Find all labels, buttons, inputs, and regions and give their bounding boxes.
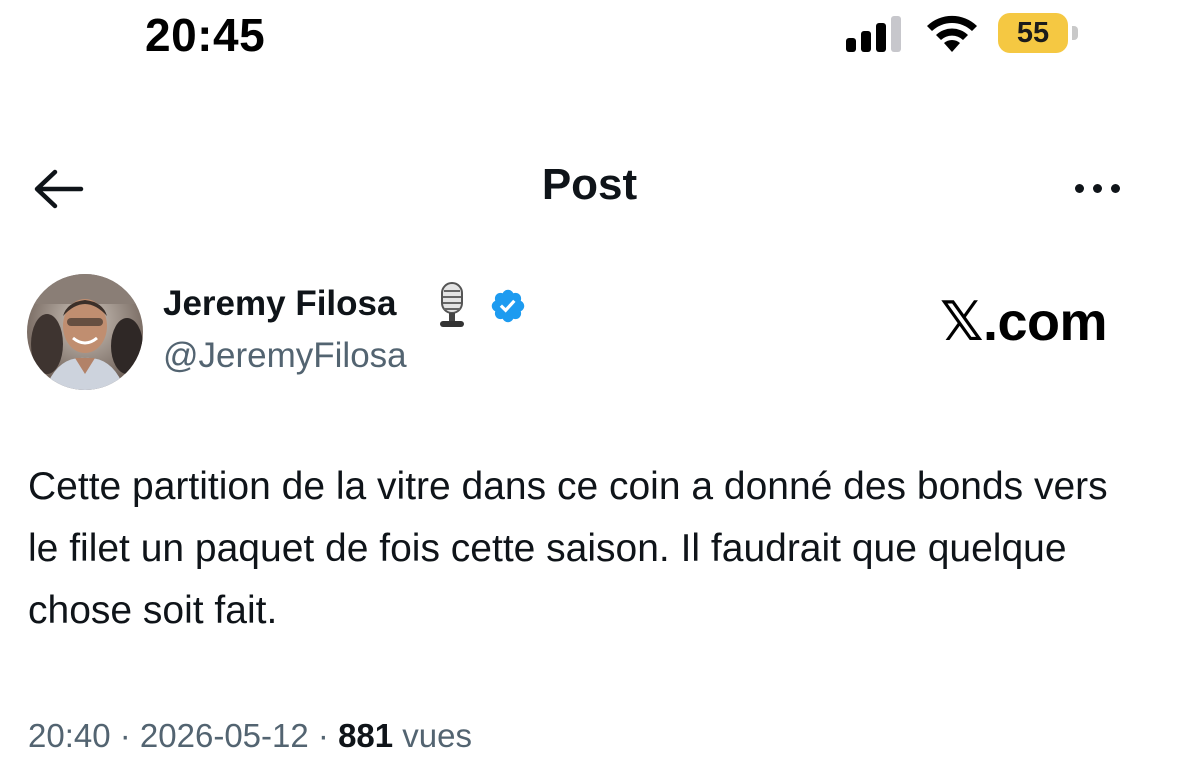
more-options-button[interactable]: [1062, 168, 1132, 208]
more-horizontal-icon: [1074, 183, 1084, 193]
battery-tip: [1072, 26, 1078, 40]
studio-microphone-icon: [440, 282, 464, 327]
tweet-date[interactable]: 2026-05-12: [140, 717, 309, 754]
meta-separator: ·: [110, 717, 140, 754]
cellular-signal-icon: [846, 16, 901, 52]
tweet-text: Cette partition de la vitre dans ce coin…: [28, 465, 1108, 632]
wifi-icon: [927, 15, 977, 52]
battery-level: 55: [1016, 16, 1050, 49]
views-count[interactable]: 881: [338, 717, 393, 754]
status-bar-time: 20:45: [145, 9, 266, 61]
views-label: vues: [402, 717, 473, 754]
more-dot: [1110, 183, 1120, 193]
battery-indicator: 55: [998, 13, 1068, 53]
tweet-time[interactable]: 20:40: [28, 717, 111, 754]
page-title: Post: [541, 160, 638, 209]
author-handle[interactable]: @JeremyFilosa: [163, 336, 407, 376]
tweet-meta: 20:40 · 2026-05-12 · 881 vues: [28, 717, 472, 755]
meta-separator: ·: [308, 717, 339, 754]
verified-badge-icon: [491, 289, 525, 323]
x-com-watermark: 𝕏.com: [940, 292, 1108, 352]
author-avatar[interactable]: [27, 274, 143, 390]
author-name[interactable]: Jeremy Filosa: [163, 284, 396, 324]
more-dot: [1092, 183, 1102, 193]
avatar-photo: [27, 274, 143, 390]
